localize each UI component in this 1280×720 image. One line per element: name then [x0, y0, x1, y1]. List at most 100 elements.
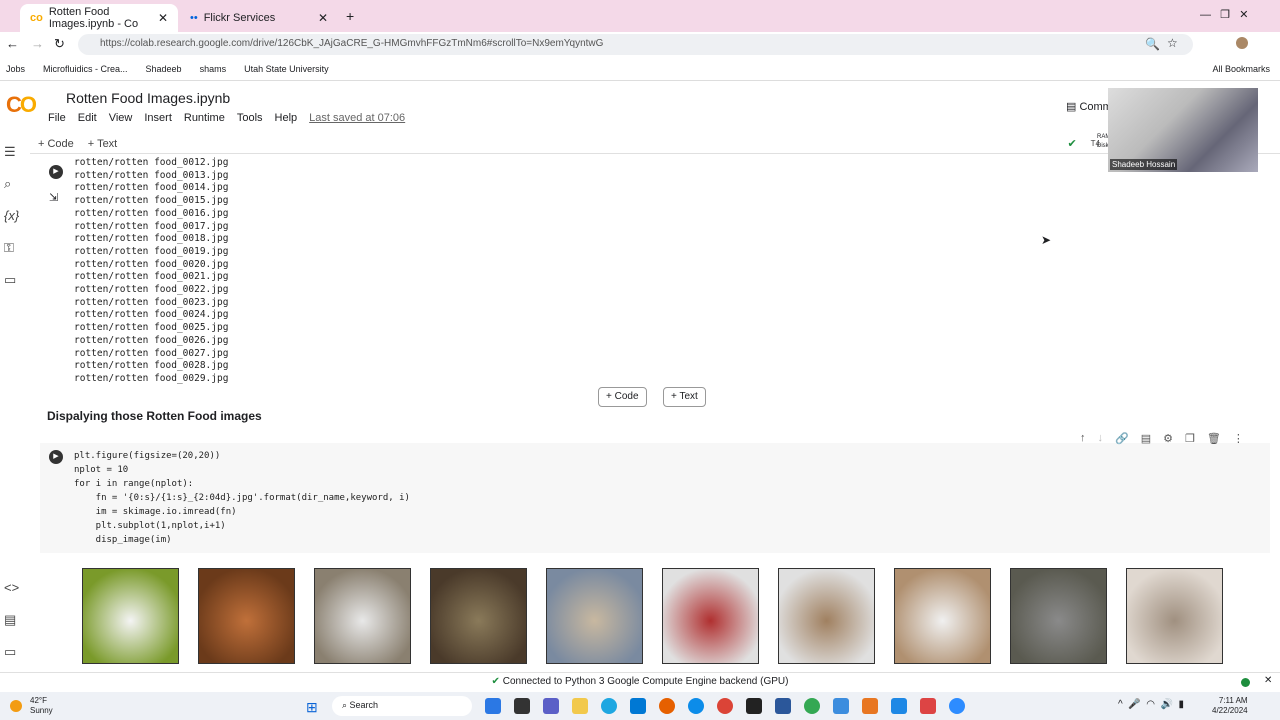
file-explorer-icon[interactable]: [572, 698, 588, 714]
output-line: rotten/rotten food_0025.jpg: [74, 322, 229, 334]
taskbar-search[interactable]: ⌕ Search: [332, 696, 472, 716]
comment-icon[interactable]: ▤: [1141, 432, 1151, 445]
menu-bar: File Edit View Insert Runtime Tools Help…: [48, 112, 405, 124]
word-icon[interactable]: [775, 698, 791, 714]
app-icon[interactable]: [920, 698, 936, 714]
menu-insert[interactable]: Insert: [144, 112, 172, 124]
output-line: rotten/rotten food_0019.jpg: [74, 245, 229, 257]
code-line: disp_image(im): [74, 535, 172, 545]
search-icon[interactable]: ⌕: [4, 176, 11, 192]
app-icon[interactable]: [601, 698, 617, 714]
window-controls[interactable]: — ❐ ✕: [1200, 8, 1248, 21]
app-icon[interactable]: [514, 698, 530, 714]
app-icon[interactable]: [746, 698, 762, 714]
output-line: rotten/rotten food_0024.jpg: [74, 309, 229, 321]
participant-name: Shadeeb Hossain: [1110, 159, 1178, 170]
store-icon[interactable]: [630, 698, 646, 714]
output-toggle-icon[interactable]: ⇲: [49, 191, 58, 204]
toc-icon[interactable]: ☰: [4, 144, 16, 160]
output-line: rotten/rotten food_0015.jpg: [74, 195, 229, 207]
bookmark-microfluidics[interactable]: Microfluidics - Crea...: [43, 64, 128, 74]
zoom-app-icon[interactable]: [949, 698, 965, 714]
output-line: rotten/rotten food_0022.jpg: [74, 284, 229, 295]
run-cell-button[interactable]: ▶: [49, 450, 63, 464]
output-line: rotten/rotten food_0023.jpg: [74, 296, 229, 308]
back-icon[interactable]: ←: [6, 36, 19, 51]
windows-start-icon[interactable]: ⊞: [306, 699, 318, 716]
weather-widget[interactable]: 42°F Sunny: [30, 696, 53, 716]
menu-view[interactable]: View: [109, 112, 133, 124]
rotten-food-image: [430, 568, 527, 664]
more-options-icon[interactable]: ⋮: [1233, 432, 1244, 445]
code-line: nplot = 10: [74, 465, 129, 475]
output-line: rotten/rotten food_0026.jpg: [74, 334, 229, 346]
command-palette-icon[interactable]: ▤: [4, 612, 16, 628]
weather-desc: Sunny: [30, 706, 53, 715]
variables-icon[interactable]: {x}: [4, 208, 19, 223]
reload-icon[interactable]: ↻: [54, 36, 65, 52]
code-line: fn = '{0:s}/{1:s}_{2:04d}.jpg'.format(di…: [74, 493, 410, 503]
app-icon[interactable]: [891, 698, 907, 714]
taskbar-apps: [485, 698, 965, 714]
menu-runtime[interactable]: Runtime: [184, 112, 225, 124]
windows-taskbar: 42°F Sunny ⊞ ⌕ Search ^ 🎤 ◠ 🔊 ▮ 7:11 AM 4/…: [0, 692, 1280, 720]
last-saved-link[interactable]: Last saved at 07:06: [309, 112, 405, 124]
new-tab-icon[interactable]: +: [346, 8, 354, 24]
insert-text-button[interactable]: + Text: [663, 387, 706, 407]
temperature: 42°F: [30, 696, 47, 705]
add-text-button[interactable]: + Text: [88, 138, 117, 150]
menu-edit[interactable]: Edit: [78, 112, 97, 124]
tab-flickr[interactable]: •• Flickr Services ✕: [180, 4, 338, 32]
comment-button[interactable]: ▤ Comm: [1066, 100, 1112, 113]
chrome-icon[interactable]: [804, 698, 820, 714]
add-code-button[interactable]: + Code: [38, 138, 74, 150]
forward-icon[interactable]: →: [31, 36, 44, 51]
flickr-favicon-icon: ••: [190, 12, 198, 24]
star-icon[interactable]: ☆: [1167, 36, 1178, 50]
secrets-key-icon[interactable]: ⚿: [4, 240, 14, 256]
link-icon[interactable]: 🔗: [1115, 432, 1129, 445]
menu-file[interactable]: File: [48, 112, 66, 124]
close-icon[interactable]: ✕: [1264, 675, 1272, 686]
notebook-title[interactable]: Rotten Food Images.ipynb: [66, 90, 230, 106]
firefox-icon[interactable]: [659, 698, 675, 714]
menu-help[interactable]: Help: [275, 112, 298, 124]
terminal-icon[interactable]: ▭: [4, 644, 16, 660]
code-snippets-icon[interactable]: <>: [4, 580, 19, 595]
status-bar: ✔ Connected to Python 3 Google Compute E…: [0, 672, 1280, 690]
close-icon[interactable]: ✕: [318, 11, 328, 25]
insert-code-button[interactable]: + Code: [598, 387, 647, 407]
tab-colab[interactable]: co Rotten Food Images.ipynb - Co ✕: [20, 4, 178, 32]
close-icon[interactable]: ✕: [158, 11, 168, 25]
bookmark-shadeeb[interactable]: Shadeeb: [146, 64, 182, 74]
profile-avatar[interactable]: [1236, 37, 1248, 49]
move-down-icon[interactable]: ↓: [1098, 432, 1104, 445]
system-tray-icons[interactable]: ^ 🎤 ◠ 🔊 ▮: [1118, 699, 1184, 710]
zoom-icon[interactable]: 🔍: [1145, 37, 1160, 51]
chrome-icon[interactable]: [717, 698, 733, 714]
output-line: rotten/rotten food_0029.jpg: [74, 372, 229, 384]
app-icon[interactable]: [485, 698, 501, 714]
teams-icon[interactable]: [543, 698, 559, 714]
bookmark-usu[interactable]: Utah State University: [244, 64, 329, 74]
delete-icon[interactable]: 🗑: [1207, 432, 1221, 445]
move-up-icon[interactable]: ↑: [1080, 432, 1086, 445]
rotten-food-image: [1126, 568, 1223, 664]
bookmark-jobs[interactable]: Jobs: [6, 64, 25, 74]
mouse-cursor-icon: ➤: [1041, 233, 1052, 247]
run-cell-button[interactable]: ▶: [49, 165, 63, 179]
bookmark-folder-shams[interactable]: shams: [200, 64, 227, 74]
clock[interactable]: 7:11 AM 4/22/2024: [1212, 696, 1248, 716]
edge-icon[interactable]: [688, 698, 704, 714]
disk-label: Disk: [1097, 143, 1109, 149]
settings-gear-icon[interactable]: ⚙: [1163, 432, 1173, 445]
files-folder-icon[interactable]: ▭: [4, 272, 16, 288]
url-input[interactable]: https://colab.research.google.com/drive/…: [78, 34, 1193, 55]
mirror-cell-icon[interactable]: ❐: [1185, 432, 1195, 445]
rotten-food-image: [778, 568, 875, 664]
all-bookmarks[interactable]: All Bookmarks: [1212, 64, 1270, 74]
video-overlay: Shadeeb Hossain: [1108, 88, 1258, 172]
matlab-icon[interactable]: [862, 698, 878, 714]
app-icon[interactable]: [833, 698, 849, 714]
menu-tools[interactable]: Tools: [237, 112, 263, 124]
